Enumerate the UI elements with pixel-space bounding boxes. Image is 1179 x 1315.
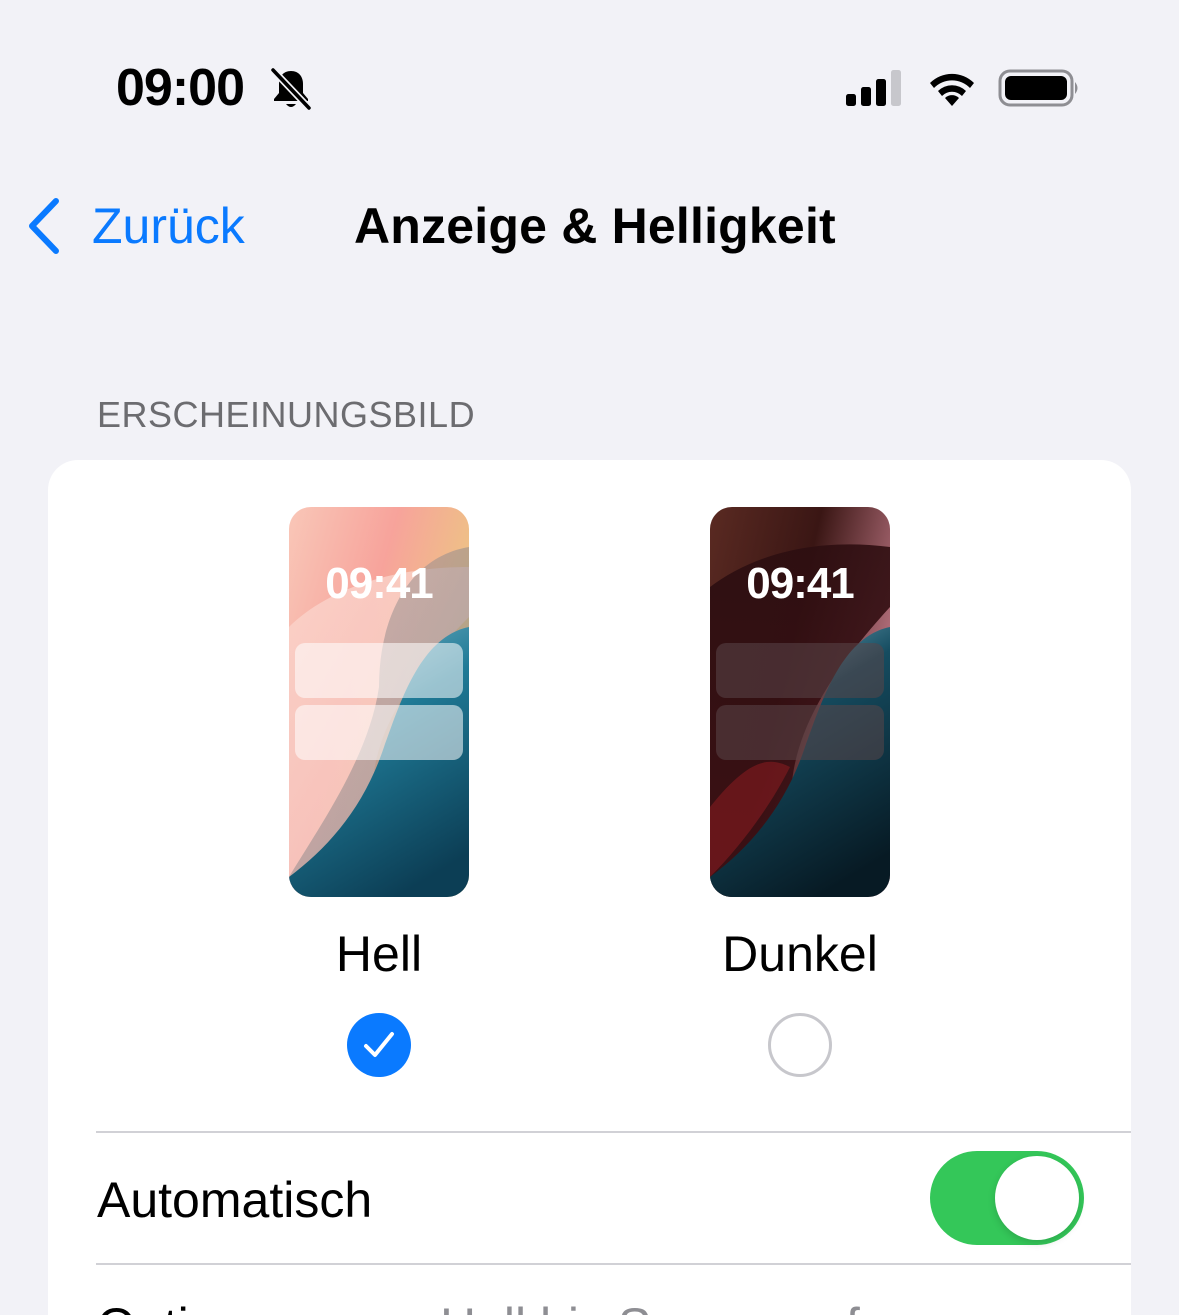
checkmark-icon	[364, 1032, 394, 1057]
preview-widget	[716, 643, 884, 698]
automatic-label: Automatisch	[97, 1172, 373, 1228]
battery-icon	[998, 69, 1078, 107]
page-title: Anzeige & Helligkeit	[354, 198, 836, 254]
preview-time-light: 09:41	[325, 559, 434, 608]
automatic-toggle[interactable]	[930, 1151, 1084, 1245]
preview-widget	[295, 705, 463, 760]
back-button[interactable]: Zurück	[24, 190, 245, 262]
dark-mode-radio[interactable]	[768, 1013, 832, 1077]
chevron-left-icon	[29, 198, 59, 254]
status-time: 09:00	[116, 59, 245, 117]
light-mode-preview[interactable]: 09:41	[289, 507, 469, 897]
preview-widget	[716, 705, 884, 760]
back-label: Zurück	[92, 198, 245, 254]
dark-mode-preview[interactable]: 09:41	[710, 507, 890, 897]
light-mode-radio[interactable]	[347, 1013, 411, 1077]
options-row-label[interactable]: Optionen	[97, 1296, 300, 1315]
toggle-knob	[995, 1156, 1079, 1240]
preview-time-dark: 09:41	[746, 559, 855, 608]
chevron-right-icon: ›	[1050, 1302, 1063, 1315]
cellular-signal-icon	[846, 70, 901, 106]
divider	[96, 1131, 1131, 1133]
divider	[96, 1263, 1131, 1265]
option-label-light[interactable]: Hell	[229, 924, 529, 984]
bell-slash-icon	[270, 67, 312, 111]
section-header-appearance: ERSCHEINUNGSBILD	[97, 394, 476, 435]
preview-widget	[295, 643, 463, 698]
option-label-dark[interactable]: Dunkel	[650, 924, 950, 984]
wifi-icon	[930, 73, 974, 106]
options-row-value: Hell bis Sonnenaufgang	[440, 1296, 971, 1315]
settings-screen: 09:00 Zurück Anzeige & Helligkeit ERSCHE…	[0, 0, 1179, 1315]
